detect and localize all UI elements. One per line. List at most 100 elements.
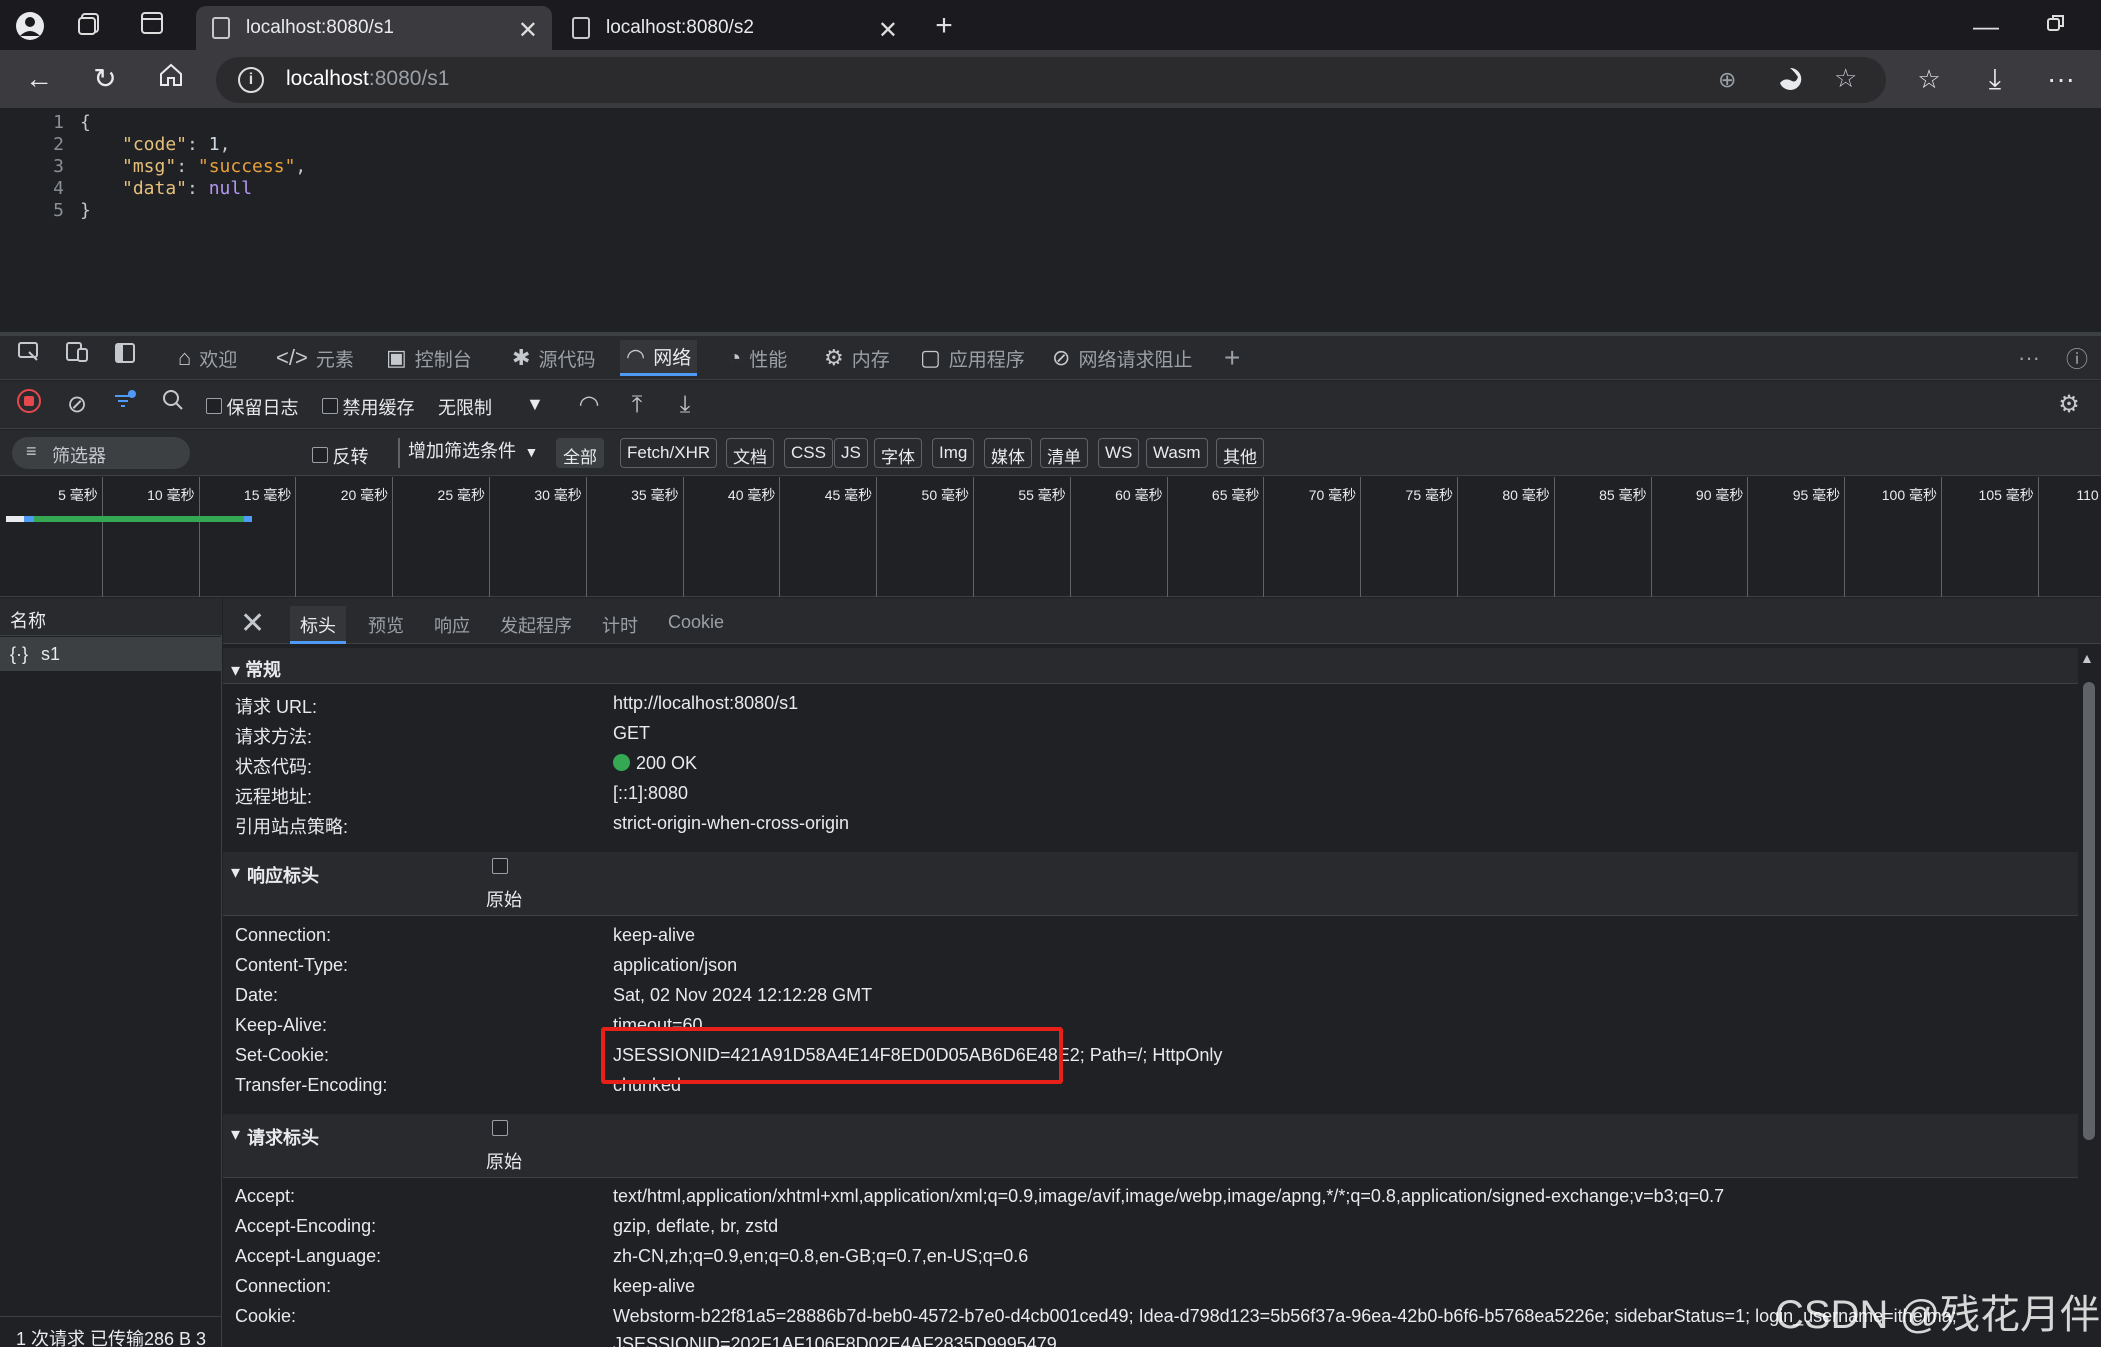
favorite-star-icon[interactable]: ☆ [1834,63,1857,94]
timeline-tick-label: 65 毫秒 [1211,487,1260,503]
record-stop-icon[interactable] [12,388,46,422]
application-icon: ▢ [920,345,941,370]
filter-input[interactable]: ≡ 筛选器 [12,437,190,469]
devtools-tab-welcome[interactable]: ⌂ 欢迎 [172,340,243,376]
status-code-value: 200 OK [613,753,697,774]
site-info-icon[interactable]: i [238,67,264,93]
collapse-triangle-icon: ▾ [231,1124,241,1144]
devtools-tab-performance[interactable]: ◔ 性能 [722,340,793,376]
wifi-icon: ◠ [626,343,646,369]
filter-chip-font[interactable]: 字体 [874,438,922,468]
edge-copilot-icon[interactable] [1776,65,1804,98]
devtools-tab-memory[interactable]: ⚙ 内存 [818,340,896,376]
filter-chip-img[interactable]: Img [932,438,975,468]
inspect-element-icon[interactable] [12,340,46,374]
devtools-tab-console[interactable]: ▣ 控制台 [380,340,478,376]
header-key: Accept-Encoding: [235,1216,377,1236]
raw-headers-checkbox[interactable] [492,858,508,874]
filter-chip-css[interactable]: CSS [784,438,833,468]
filter-chip-all[interactable]: 全部 [556,438,604,468]
network-conditions-icon[interactable]: ◠ [572,388,606,422]
devtools-tab-request-blocking[interactable]: ⊘ 网络请求阻止 [1046,340,1198,376]
line-number: 1 [53,112,64,133]
url-path: :8080/s1 [368,67,450,90]
refresh-icon[interactable]: ↻ [88,62,122,96]
search-icon[interactable] [156,388,190,422]
zoom-icon[interactable]: ⊕ [1718,67,1736,93]
filter-toggle-icon[interactable] [108,388,142,422]
raw-headers-checkbox[interactable] [492,1120,508,1136]
filter-chip-manifest[interactable]: 清单 [1040,438,1088,468]
help-icon[interactable]: ⓘ [2060,340,2094,376]
general-section-header[interactable]: ▾ 常规 [223,648,2078,684]
invert-option[interactable]: 反转 [312,443,368,469]
request-row-s1[interactable]: {·} s1 [0,637,222,671]
network-settings-icon[interactable]: ⚙ [2052,388,2086,422]
profile-icon[interactable] [14,10,46,42]
timeline-gridline [1166,477,1168,597]
home-icon[interactable] [154,62,188,96]
close-tab-icon[interactable]: ✕ [878,16,898,45]
back-icon[interactable]: ← [22,62,56,96]
detail-tab-headers[interactable]: 标头 [290,606,346,644]
detail-tab-cookies[interactable]: Cookie [658,606,734,644]
tab-actions-icon[interactable] [136,10,168,42]
invert-checkbox[interactable] [312,447,328,463]
filter-chip-wasm[interactable]: Wasm [1146,438,1208,468]
devtools-tab-network[interactable]: ◠ 网络 [620,340,698,376]
timeline-tick-label: 40 毫秒 [727,487,776,503]
request-list-header[interactable]: 名称 [0,598,222,636]
filter-chip-ws[interactable]: WS [1098,438,1140,468]
close-tab-icon[interactable]: ✕ [518,16,538,45]
devtools-tab-sources[interactable]: ✱ 源代码 [506,340,601,376]
detail-tab-response[interactable]: 响应 [424,606,480,644]
disable-cache-checkbox[interactable] [322,398,338,414]
detail-tab-initiator[interactable]: 发起程序 [490,606,582,644]
scroll-up-arrow-icon[interactable]: ▲ [2080,650,2094,666]
timeline-gridline [682,477,684,597]
response-headers-section-header[interactable]: ▾ 响应标头 原始 [223,852,2078,916]
more-tools-icon[interactable]: + [1218,340,1246,376]
filter-chip-media[interactable]: 媒体 [984,438,1032,468]
request-headers-section-header[interactable]: ▾ 请求标头 原始 [223,1114,2078,1178]
workspaces-icon[interactable] [74,10,106,42]
browser-tab-s2[interactable]: localhost:8080/s2 ✕ [556,6,912,50]
header-key: Set-Cookie: [235,1045,330,1065]
address-bar[interactable]: i localhost:8080/s1 ⊕ ☆ [216,57,1886,103]
favorites-icon[interactable]: ☆ [1912,62,1946,96]
close-detail-icon[interactable]: ✕ [240,606,265,641]
devtools-menu-icon[interactable]: ··· [2012,340,2046,376]
throttling-select[interactable]: 无限制 ▼ [438,394,546,420]
header-key: 引用站点策略: [235,817,349,837]
preserve-log-checkbox[interactable] [206,398,222,414]
timeline-gridline [779,477,781,597]
detail-tab-preview[interactable]: 预览 [358,606,414,644]
json-file-icon: {·} [10,644,29,664]
minimize-icon[interactable]: — [1970,10,2002,42]
restore-window-icon[interactable] [2040,10,2072,42]
filter-chip-doc[interactable]: 文档 [726,438,774,468]
downloads-icon[interactable]: ⤓ [1978,62,2012,96]
network-overview-timeline[interactable]: 5 毫秒 10 毫秒 15 毫秒 20 毫秒 25 毫秒 30 毫秒 35 毫秒 40 毫秒 4… [0,477,2101,597]
line-number: 2 [53,134,64,155]
disable-cache-option[interactable]: 禁用缓存 [322,394,414,420]
browser-tab-s1[interactable]: localhost:8080/s1 ✕ [196,6,552,50]
detail-tab-timing[interactable]: 计时 [592,606,648,644]
device-emulation-icon[interactable] [60,340,94,374]
more-menu-icon[interactable]: ··· [2044,62,2078,96]
export-har-icon[interactable]: ⤓ [668,388,702,422]
devtools-tab-elements[interactable]: </> 元素 [270,340,360,376]
more-filters-dropdown[interactable]: 增加筛选条件 ▼ [408,437,538,463]
devtools-tab-application[interactable]: ▢ 应用程序 [914,340,1031,376]
dock-side-icon[interactable] [108,340,142,374]
timeline-tick-label: 60 毫秒 [1115,487,1163,503]
clear-icon[interactable]: ⊘ [60,388,94,422]
filter-chip-js[interactable]: JS [834,438,868,468]
dropdown-arrow-icon: ▼ [526,394,544,414]
scrollbar-thumb[interactable] [2083,682,2095,1140]
filter-chip-other[interactable]: 其他 [1216,438,1264,468]
new-tab-icon[interactable]: + [928,10,960,42]
import-har-icon[interactable]: ⤒ [620,388,654,422]
filter-chip-fetch-xhr[interactable]: Fetch/XHR [620,438,718,468]
preserve-log-option[interactable]: 保留日志 [206,394,298,420]
